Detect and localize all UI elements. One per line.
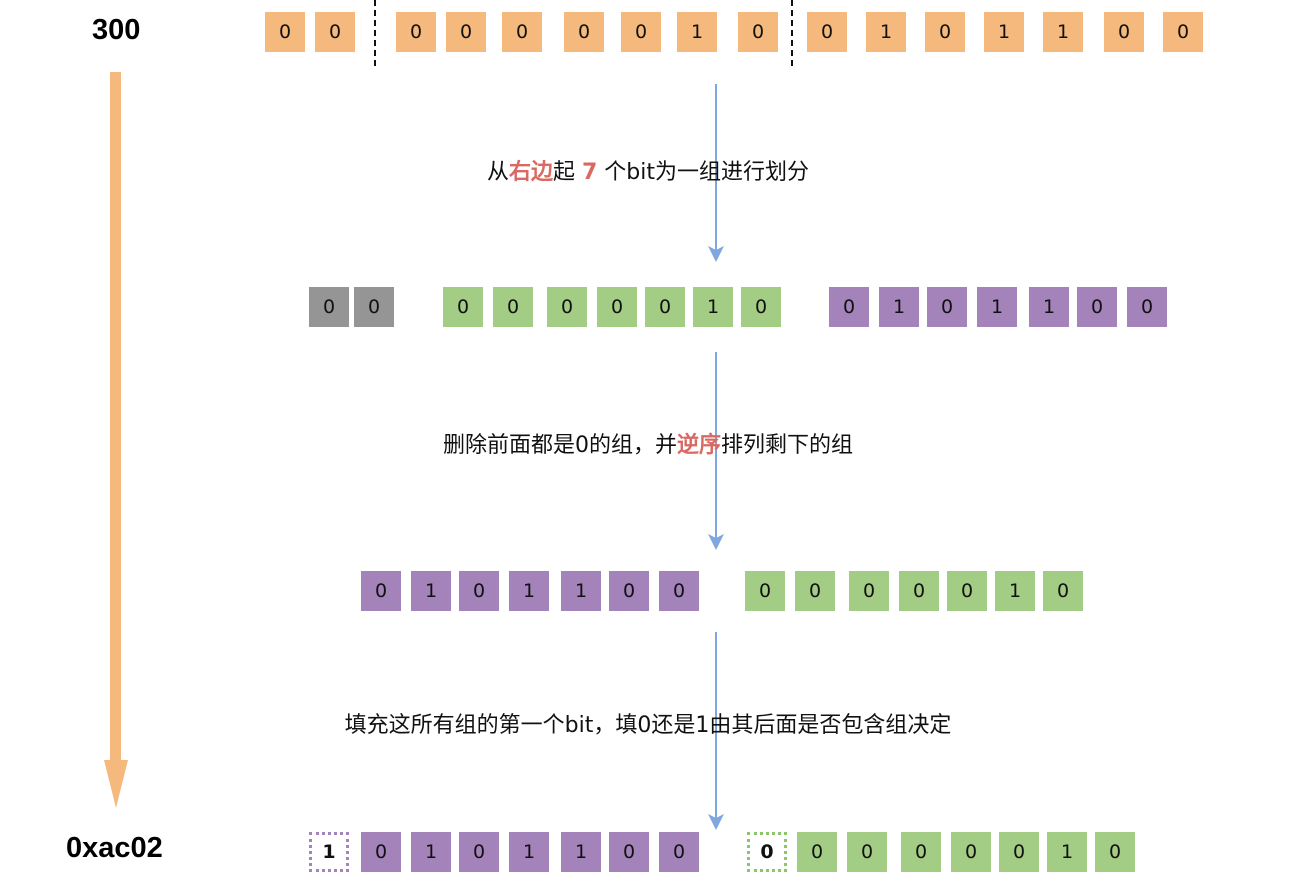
filled-groups-bit: 1 xyxy=(561,832,601,872)
filled-groups-bit: 0 xyxy=(847,832,887,872)
split-groups-bit: 1 xyxy=(1029,287,1069,327)
continuation-bit: 1 xyxy=(309,832,349,872)
original-bits-bit: 0 xyxy=(564,12,604,52)
filled-groups-bit: 0 xyxy=(951,832,991,872)
split-groups-bit: 0 xyxy=(1077,287,1117,327)
filled-groups-bit: 1 xyxy=(509,832,549,872)
original-bits-bit: 0 xyxy=(446,12,486,52)
reversed-groups-bit: 0 xyxy=(1043,571,1083,611)
split-groups-bit: 0 xyxy=(741,287,781,327)
hex-value-label: 0xac02 xyxy=(66,832,163,864)
reversed-groups-bit: 0 xyxy=(899,571,939,611)
step-caption-reverse: 删除前面都是0的组，并逆序排列剩下的组 xyxy=(0,427,1296,459)
reversed-groups-bit: 1 xyxy=(411,571,451,611)
reversed-groups-bit: 0 xyxy=(947,571,987,611)
original-bits-bit: 0 xyxy=(265,12,305,52)
caption-text: 删除前面都是0的组，并 xyxy=(442,433,677,458)
original-bits-bit: 1 xyxy=(866,12,906,52)
original-bits-bit: 0 xyxy=(738,12,778,52)
reversed-groups-bit: 1 xyxy=(995,571,1035,611)
group-divider-1 xyxy=(374,0,376,66)
filled-groups-bit: 0 xyxy=(459,832,499,872)
original-bits-bit: 0 xyxy=(502,12,542,52)
filled-groups-bit: 0 xyxy=(609,832,649,872)
step-caption-split: 从右边起 7 个bit为一组进行划分 xyxy=(0,154,1296,186)
step-caption-fill: 填充这所有组的第一个bit，填0还是1由其后面是否包含组决定 xyxy=(0,707,1296,739)
filled-groups-bit: 0 xyxy=(1095,832,1135,872)
original-bits-bit: 1 xyxy=(984,12,1024,52)
split-groups-bit: 0 xyxy=(443,287,483,327)
split-groups-bit: 1 xyxy=(977,287,1017,327)
split-groups-bit: 0 xyxy=(354,287,394,327)
continuation-bit: 0 xyxy=(747,832,787,872)
group-divider-2 xyxy=(791,0,793,66)
original-bits-bit: 0 xyxy=(1104,12,1144,52)
original-bits-bit: 0 xyxy=(1163,12,1203,52)
filled-groups-bit: 0 xyxy=(999,832,1039,872)
caption-highlight: 7 xyxy=(582,160,598,185)
original-bits-bit: 0 xyxy=(315,12,355,52)
reversed-groups-bit: 0 xyxy=(745,571,785,611)
reversed-groups-bit: 1 xyxy=(561,571,601,611)
caption-text: 填充这所有组的第一个bit，填0还是1由其后面是否包含组决定 xyxy=(344,713,952,738)
caption-text: 从 xyxy=(486,160,509,185)
split-groups-bit: 0 xyxy=(829,287,869,327)
original-bits-bit: 0 xyxy=(396,12,436,52)
filled-groups-bit: 0 xyxy=(901,832,941,872)
reversed-groups-bit: 0 xyxy=(609,571,649,611)
caption-text: 排列剩下的组 xyxy=(721,433,854,458)
filled-groups-bit: 0 xyxy=(797,832,837,872)
reversed-groups-bit: 1 xyxy=(509,571,549,611)
caption-text: 起 xyxy=(553,160,582,185)
split-groups-bit: 1 xyxy=(879,287,919,327)
split-groups-bit: 0 xyxy=(597,287,637,327)
split-groups-bit: 0 xyxy=(927,287,967,327)
reversed-groups-bit: 0 xyxy=(459,571,499,611)
decimal-value-label: 300 xyxy=(92,14,141,46)
caption-highlight: 右边 xyxy=(508,160,553,185)
split-groups-bit: 1 xyxy=(693,287,733,327)
split-groups-bit: 0 xyxy=(493,287,533,327)
original-bits-bit: 0 xyxy=(621,12,661,52)
original-bits-bit: 1 xyxy=(677,12,717,52)
split-groups-bit: 0 xyxy=(645,287,685,327)
original-bits-bit: 1 xyxy=(1043,12,1083,52)
filled-groups-bit: 1 xyxy=(1047,832,1087,872)
caption-highlight: 逆序 xyxy=(676,433,721,458)
filled-groups-bit: 0 xyxy=(361,832,401,872)
filled-groups-bit: 0 xyxy=(659,832,699,872)
reversed-groups-bit: 0 xyxy=(795,571,835,611)
varint-encoding-diagram: 300 0xac02 从右边起 7 个bit为一组进行划分 删除前面都是0的组，… xyxy=(0,0,1296,886)
reversed-groups-bit: 0 xyxy=(849,571,889,611)
original-bits-bit: 0 xyxy=(925,12,965,52)
filled-groups-bit: 1 xyxy=(411,832,451,872)
caption-text: 个bit为一组进行划分 xyxy=(597,160,810,185)
split-groups-bit: 0 xyxy=(1127,287,1167,327)
reversed-groups-bit: 0 xyxy=(361,571,401,611)
original-bits-bit: 0 xyxy=(807,12,847,52)
split-groups-bit: 0 xyxy=(547,287,587,327)
split-groups-bit: 0 xyxy=(309,287,349,327)
reversed-groups-bit: 0 xyxy=(659,571,699,611)
